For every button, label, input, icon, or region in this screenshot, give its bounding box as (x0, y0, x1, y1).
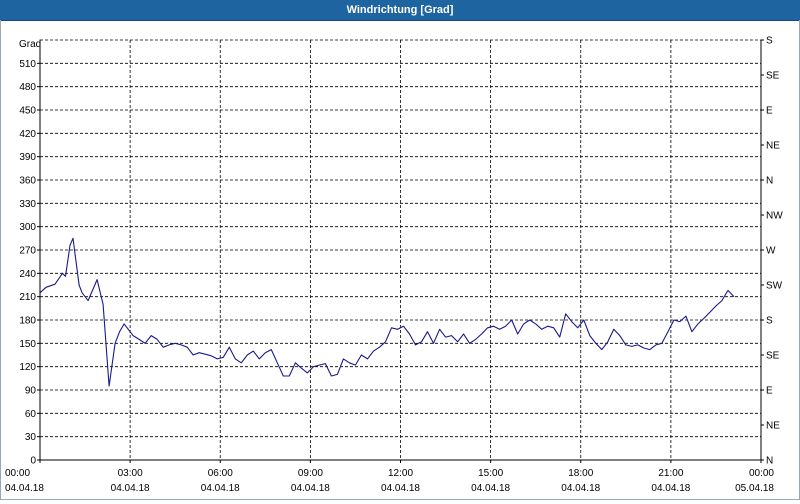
x-tick-date: 05.04.18 (735, 483, 774, 494)
y-tick-label: 330 (19, 199, 36, 210)
y-tick-label: 120 (19, 362, 36, 373)
y-tick-label: 210 (19, 292, 36, 303)
y-tick-label: 510 (19, 59, 36, 70)
x-tick-date: 04.04.18 (561, 483, 600, 494)
x-tick-time: 15:00 (478, 468, 503, 479)
label-layer: 0 30 60 90 120 150 180 210 240 270 300 330 360 390 420… (5, 36, 783, 495)
x-tick-date: 04.04.18 (5, 483, 44, 494)
x-tick-date: 04.04.18 (651, 483, 690, 494)
right-axis-label: S (766, 316, 773, 327)
x-tick-date: 04.04.18 (111, 483, 150, 494)
chart-area: 0 30 60 90 120 150 180 210 240 270 300 330 360 390 420… (0, 20, 800, 500)
y-tick-label: 360 (19, 176, 36, 187)
x-tick-time: 00:00 (5, 468, 30, 479)
y-tick-label: 90 (25, 386, 37, 397)
y-tick-label: 480 (19, 82, 36, 93)
y-tick-label: 30 (25, 432, 37, 443)
y-tick-label: 420 (19, 129, 36, 140)
x-tick-date: 04.04.18 (201, 483, 240, 494)
series-layer (39, 237, 735, 387)
right-axis-label: E (766, 386, 773, 397)
y-tick-label: 180 (19, 316, 36, 327)
right-axis-label: N (766, 456, 773, 467)
x-tick-time: 18:00 (568, 468, 593, 479)
right-axis-label: SE (766, 71, 780, 82)
y-tick-label: 60 (25, 409, 37, 420)
x-tick-time: 00:00 (749, 468, 774, 479)
x-tick-time: 21:00 (658, 468, 683, 479)
right-axis-label: S (766, 36, 773, 47)
right-axis-label: SW (766, 281, 783, 292)
y-tick-label: 390 (19, 152, 36, 163)
y-tick-label: 450 (19, 106, 36, 117)
right-axis-label: N (766, 176, 773, 187)
x-tick-time: 03:00 (118, 468, 143, 479)
right-axis-label: SE (766, 351, 780, 362)
line-chart: 0 30 60 90 120 150 180 210 240 270 300 330 360 390 420… (5, 36, 783, 495)
right-axis-label: W (766, 246, 776, 257)
grid-layer (40, 39, 761, 460)
y-tick-label: 270 (19, 246, 36, 257)
right-axis-label: NW (766, 211, 783, 222)
y-tick-label: 300 (19, 222, 36, 233)
y-tick-label: 150 (19, 339, 36, 350)
chart-title: Windrichtung [Grad] (0, 0, 800, 21)
x-tick-time: 06:00 (208, 468, 233, 479)
x-tick-date: 04.04.18 (291, 483, 330, 494)
y-tick-label: 240 (19, 269, 36, 280)
x-tick-date: 04.04.18 (471, 483, 510, 494)
x-tick-date: 04.04.18 (381, 483, 420, 494)
y-tick-label: 0 (30, 456, 36, 467)
right-axis-label: NE (766, 421, 780, 432)
x-tick-time: 12:00 (388, 468, 413, 479)
series-line-windrichtung (39, 237, 735, 387)
y-axis-label: Grad (19, 39, 41, 50)
right-axis-label: E (766, 106, 773, 117)
right-axis-label: NE (766, 141, 780, 152)
x-tick-time: 09:00 (298, 468, 323, 479)
